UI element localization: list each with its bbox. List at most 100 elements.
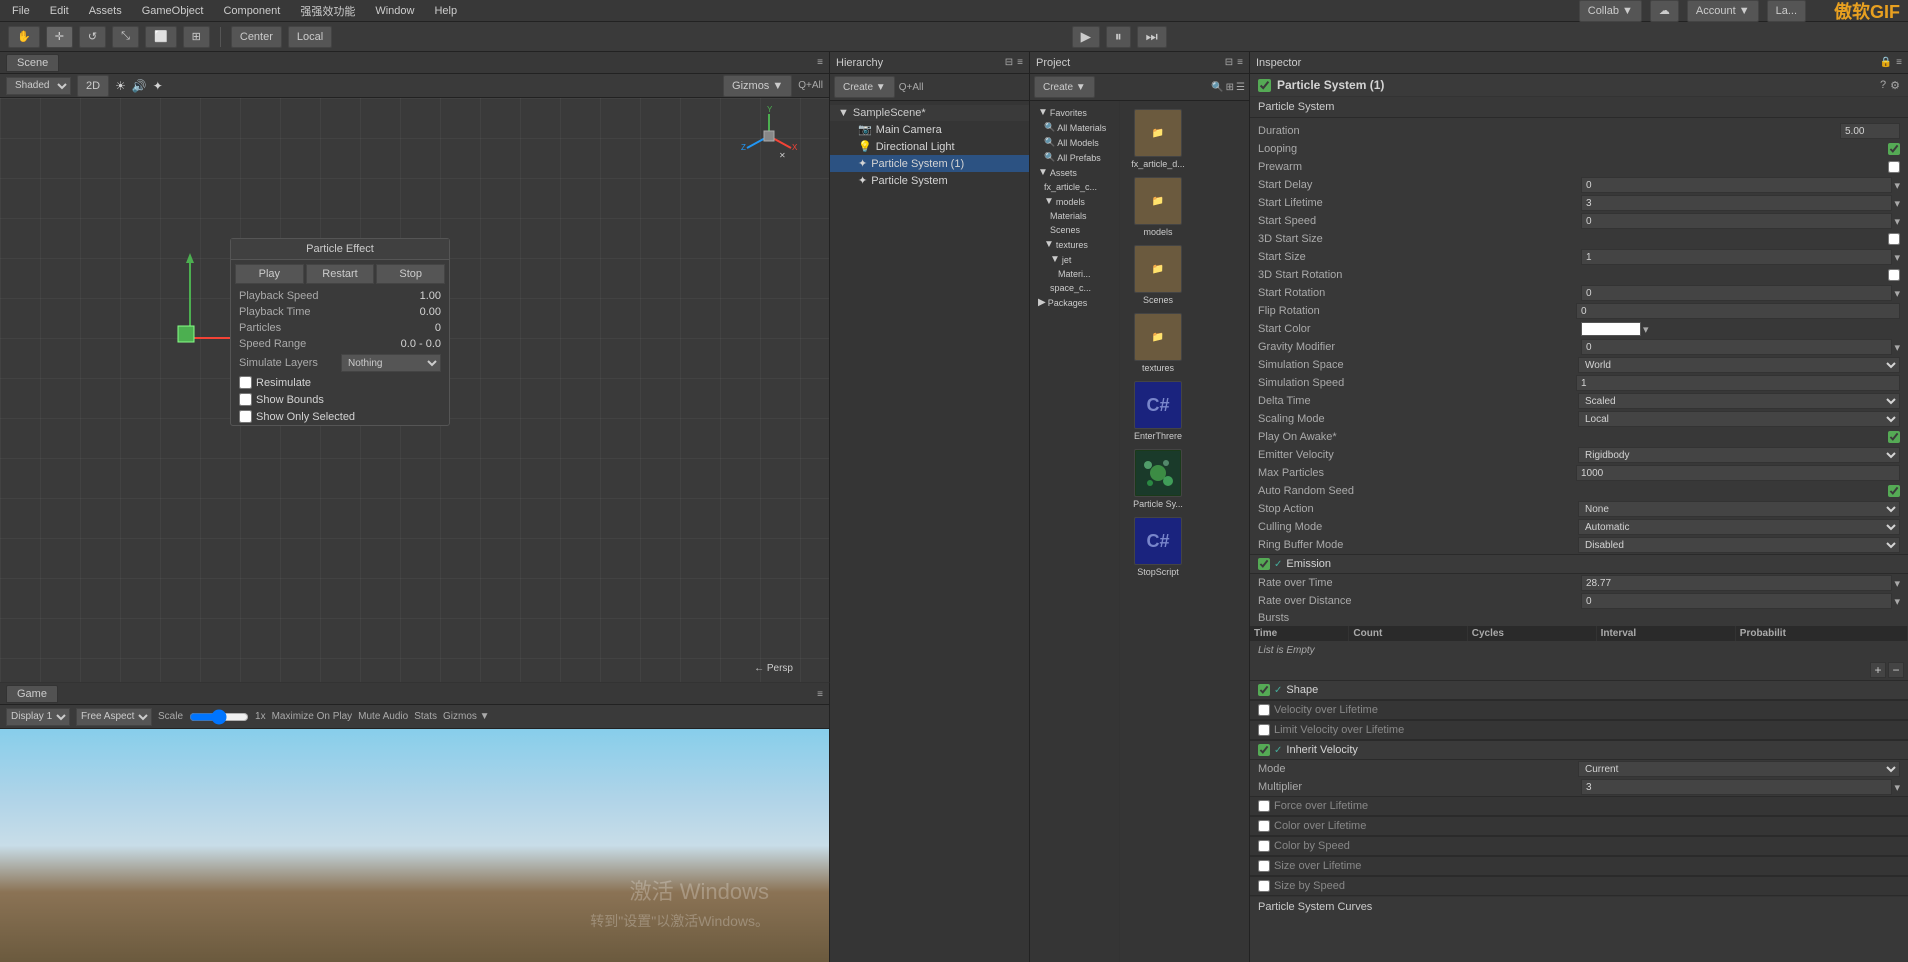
hier-particle-system-1[interactable]: ✦ Particle System (1) (830, 155, 1029, 172)
start-delay-arrow[interactable]: ▾ (1894, 179, 1900, 192)
game-gizmos[interactable]: Gizmos ▼ (443, 711, 490, 722)
start-speed-arrow[interactable]: ▾ (1894, 215, 1900, 228)
rotate-tool[interactable]: ↺ (79, 26, 106, 48)
aspect-select[interactable]: Free Aspect (76, 708, 152, 726)
mute-audio[interactable]: Mute Audio (358, 711, 408, 722)
rate-over-time-arrow[interactable]: ▾ (1894, 577, 1900, 590)
proj-space[interactable]: space_c... (1030, 281, 1119, 295)
menu-component[interactable]: Component (219, 3, 284, 19)
insp-looping-checkbox[interactable] (1888, 143, 1900, 155)
proj-icons[interactable]: ⊞ (1226, 82, 1234, 93)
insp-start-size-input[interactable] (1581, 249, 1892, 265)
insp-start-speed-input[interactable] (1581, 213, 1892, 229)
stats-button[interactable]: Stats (414, 711, 437, 722)
scale-tool[interactable]: ⤡ (112, 26, 139, 48)
play-button[interactable]: ▶ (1072, 26, 1100, 48)
proj-all-materials[interactable]: 🔍All Materials (1030, 120, 1119, 135)
start-lifetime-arrow[interactable]: ▾ (1894, 197, 1900, 210)
shape-section-header[interactable]: ✓ Shape (1250, 680, 1908, 700)
inspector-menu[interactable]: ≡ (1896, 57, 1902, 68)
start-size-arrow[interactable]: ▾ (1894, 251, 1900, 264)
menu-gameobject[interactable]: GameObject (138, 3, 208, 19)
game-close[interactable]: ≡ (817, 689, 823, 700)
insp-scaling-mode-select[interactable]: LocalWorldHierarchy (1578, 411, 1900, 427)
insp-duration-input[interactable] (1840, 123, 1900, 139)
insp-max-particles-input[interactable] (1576, 465, 1900, 481)
menu-window[interactable]: Window (371, 3, 418, 19)
scene-tab[interactable]: Scene (6, 54, 59, 72)
force-lifetime-header[interactable]: Force over Lifetime (1250, 796, 1908, 816)
hier-directional-light[interactable]: 💡 Directional Light (830, 138, 1029, 155)
limit-velocity-header[interactable]: Limit Velocity over Lifetime (1250, 720, 1908, 740)
insp-simulation-speed-input[interactable] (1576, 375, 1900, 391)
scene-gizmo[interactable]: Y X Z ✕ (739, 106, 799, 166)
size-lifetime-checkbox[interactable] (1258, 860, 1270, 872)
velocity-lifetime-checkbox[interactable] (1258, 704, 1270, 716)
hier-main-camera[interactable]: 📷 Main Camera (830, 121, 1029, 138)
menu-extra[interactable]: 强强效功能 (296, 1, 359, 21)
asset-stopscript[interactable]: C# StopScript (1128, 517, 1188, 577)
asset-textures[interactable]: 📁 textures (1128, 313, 1188, 373)
insp-rate-over-time-input[interactable] (1581, 575, 1892, 591)
menu-edit[interactable]: Edit (46, 3, 73, 19)
resimulate-checkbox[interactable] (239, 376, 252, 389)
proj-models[interactable]: ▼models (1030, 194, 1119, 209)
display-select[interactable]: Display 1 (6, 708, 70, 726)
pe-stop-btn[interactable]: Stop (376, 264, 445, 284)
proj-materials[interactable]: Materials (1030, 209, 1119, 223)
proj-scenes[interactable]: Scenes (1030, 223, 1119, 237)
proj-list[interactable]: ☰ (1236, 82, 1245, 93)
maximize-on-play[interactable]: Maximize On Play (272, 711, 353, 722)
gizmos-button[interactable]: Gizmos ▼ (723, 75, 792, 97)
insp-simulation-space-select[interactable]: WorldLocal (1578, 357, 1900, 373)
hier-create-btn[interactable]: Create ▼ (834, 76, 895, 98)
menu-file[interactable]: File (8, 3, 34, 19)
show-bounds-checkbox[interactable] (239, 393, 252, 406)
insp-gear[interactable]: ⚙ (1890, 79, 1900, 92)
multi-tool[interactable]: ⊞ (183, 26, 210, 48)
inherit-velocity-header[interactable]: ✓ Inherit Velocity (1250, 740, 1908, 760)
menu-help[interactable]: Help (430, 3, 461, 19)
multiplier-arrow[interactable]: ▾ (1894, 781, 1900, 794)
asset-models[interactable]: 📁 models (1128, 177, 1188, 237)
proj-favorites[interactable]: ▼Favorites (1030, 105, 1119, 120)
insp-emitter-velocity-select[interactable]: RigidbodyTransform (1578, 447, 1900, 463)
local-button[interactable]: Local (288, 26, 332, 48)
insp-prewarm-checkbox[interactable] (1888, 161, 1900, 173)
insp-3d-start-rotation-checkbox[interactable] (1888, 269, 1900, 281)
project-close[interactable]: ⊟ (1225, 57, 1233, 68)
insp-mode-select[interactable]: CurrentInitial (1578, 761, 1900, 777)
color-speed-header[interactable]: Color by Speed (1250, 836, 1908, 856)
show-only-selected-checkbox[interactable] (239, 410, 252, 423)
pe-play-btn[interactable]: Play (235, 264, 304, 284)
insp-ring-buffer-mode-select[interactable]: DisabledPauseUntilReplacedLoopUntilRepla… (1578, 537, 1900, 553)
emission-section-header[interactable]: ✓ Emission (1250, 554, 1908, 574)
insp-multiplier-input[interactable] (1581, 779, 1892, 795)
insp-gravity-input[interactable] (1581, 339, 1892, 355)
size-lifetime-header[interactable]: Size over Lifetime (1250, 856, 1908, 876)
proj-textures[interactable]: ▼textures (1030, 237, 1119, 252)
velocity-lifetime-header[interactable]: Velocity over Lifetime (1250, 700, 1908, 720)
insp-play-on-awake-checkbox[interactable] (1888, 431, 1900, 443)
color-speed-checkbox[interactable] (1258, 840, 1270, 852)
2d-button[interactable]: 2D (77, 75, 109, 97)
bursts-remove-btn[interactable]: − (1888, 662, 1904, 678)
insp-auto-random-seed-checkbox[interactable] (1888, 485, 1900, 497)
scale-slider[interactable] (189, 709, 249, 725)
bursts-add-btn[interactable]: + (1870, 662, 1886, 678)
asset-enterthrere[interactable]: C# EnterThrere (1128, 381, 1188, 441)
gravity-arrow[interactable]: ▾ (1894, 341, 1900, 354)
account-button[interactable]: Account ▼ (1687, 0, 1759, 22)
asset-particle-sy[interactable]: Particle Sy... (1128, 449, 1188, 509)
hierarchy-menu[interactable]: ≡ (1017, 57, 1023, 68)
limit-velocity-checkbox[interactable] (1258, 724, 1270, 736)
size-speed-header[interactable]: Size by Speed (1250, 876, 1908, 896)
simulate-layers-select[interactable]: Nothing (341, 354, 441, 372)
scene-search[interactable]: Q+All (798, 80, 823, 91)
proj-packages[interactable]: ▶Packages (1030, 295, 1119, 310)
cloud-button[interactable]: ☁ (1650, 0, 1679, 22)
insp-stop-action-select[interactable]: NoneDisableDestroyCallback (1578, 501, 1900, 517)
insp-start-rotation-input[interactable] (1581, 285, 1892, 301)
layers-button[interactable]: La... (1767, 0, 1806, 22)
insp-start-color-swatch[interactable] (1581, 322, 1641, 336)
